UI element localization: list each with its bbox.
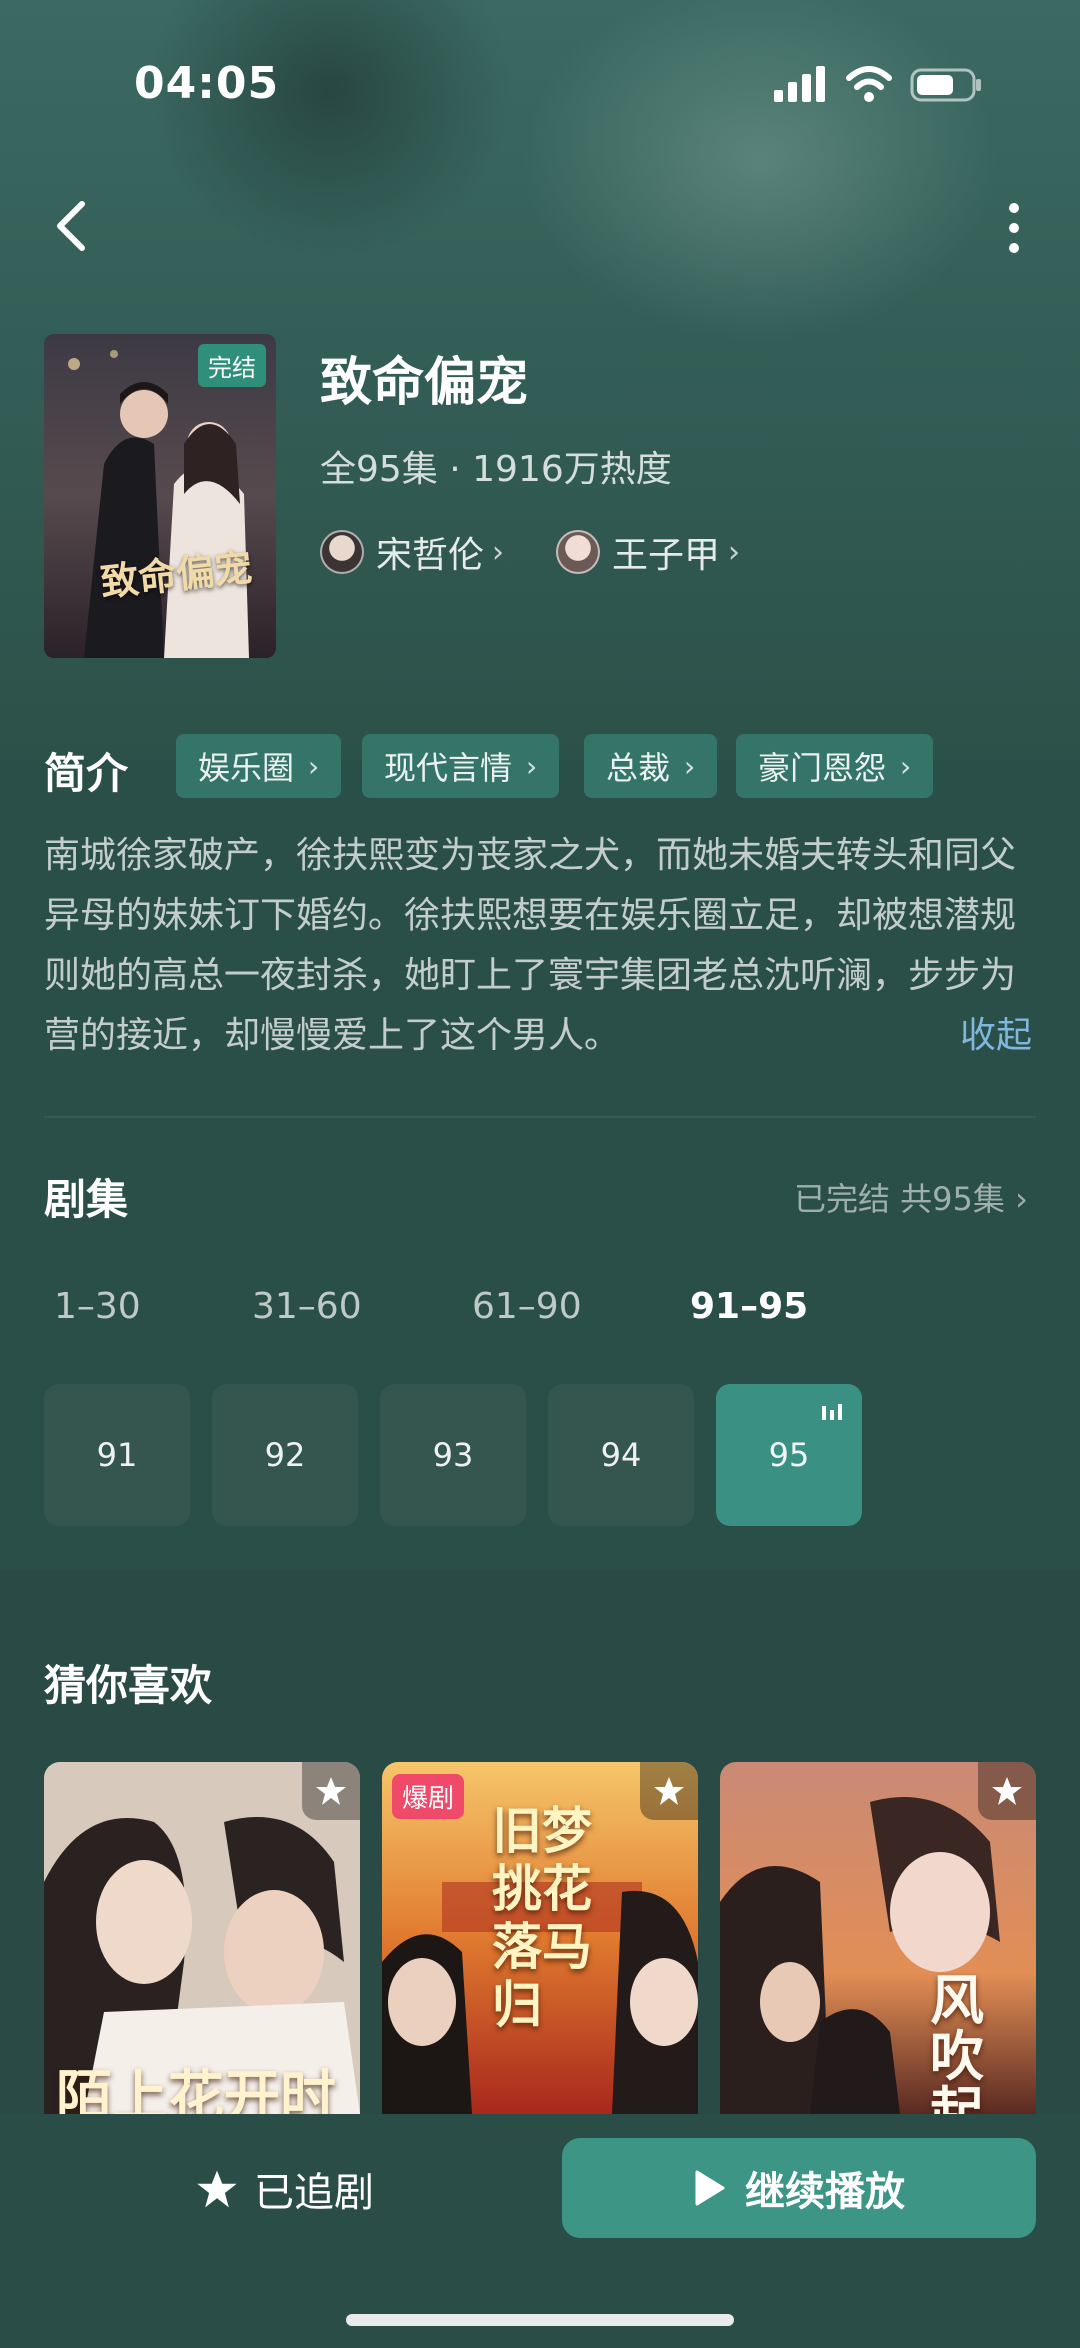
cast-item-wang[interactable]: 王子甲 › <box>556 528 740 576</box>
intro-text: 南城徐家破产，徐扶熙变为丧家之犬，而她未婚夫转头和同父异母的妹妹订下婚约。徐扶熙… <box>44 835 1017 1056</box>
episode-button[interactable]: 92 <box>212 1384 358 1526</box>
range-tab-2[interactable]: 31–60 <box>252 1286 362 1327</box>
episode-button-current[interactable]: 95 <box>716 1384 862 1526</box>
episode-button[interactable]: 91 <box>44 1384 190 1526</box>
avatar <box>320 530 364 574</box>
chevron-right-icon: › <box>684 749 696 783</box>
chevron-right-icon: › <box>1015 1180 1028 1218</box>
back-icon[interactable] <box>48 196 96 256</box>
status-time: 04:05 <box>134 58 280 109</box>
chevron-right-icon: › <box>728 534 741 570</box>
recommend-card[interactable]: 风吹起 <box>720 1762 1036 2114</box>
chevron-right-icon: › <box>308 749 320 783</box>
play-icon <box>695 2170 725 2206</box>
tag-label: 现代言情 <box>384 749 513 787</box>
follow-label: 已追剧 <box>254 2170 374 2216</box>
star-icon <box>316 1777 346 1805</box>
divider <box>44 1116 1036 1118</box>
chevron-right-icon: › <box>492 534 505 570</box>
episode-button[interactable]: 94 <box>548 1384 694 1526</box>
tag-modern-romance[interactable]: 现代言情 › <box>362 734 560 798</box>
episodes-status-link[interactable]: 已完结 共95集 › <box>794 1174 1028 1220</box>
favorite-star-button[interactable] <box>978 1762 1036 1820</box>
tag-label: 豪门恩怨 <box>758 749 887 787</box>
intro-heading: 简介 <box>44 749 129 798</box>
playing-indicator-icon <box>822 1404 842 1420</box>
cellular-signal-icon <box>774 66 825 102</box>
cast-name: 王子甲 <box>612 535 721 576</box>
range-tab-3[interactable]: 61–90 <box>472 1286 582 1327</box>
avatar <box>556 530 600 574</box>
follow-button[interactable]: 已追剧 <box>196 2160 374 2218</box>
wifi-icon <box>846 66 892 102</box>
star-icon <box>992 1777 1022 1805</box>
tag-ceo[interactable]: 总裁 › <box>584 734 718 798</box>
recommend-heading: 猜你喜欢 <box>44 1661 213 1710</box>
recommend-overlay-title: 陌上花开时 <box>56 2064 336 2114</box>
chevron-right-icon: › <box>526 749 538 783</box>
favorite-star-button[interactable] <box>640 1762 698 1820</box>
recommend-card[interactable]: 旧梦挑花落马归 爆剧 <box>382 1762 698 2114</box>
episode-number: 95 <box>768 1436 810 1474</box>
range-tab-1[interactable]: 1–30 <box>54 1286 141 1327</box>
star-icon <box>197 2170 237 2208</box>
home-indicator[interactable] <box>346 2314 734 2326</box>
tag-label: 总裁 <box>606 749 671 787</box>
episodes-heading: 剧集 <box>44 1175 129 1224</box>
drama-poster: 完结 致命偏宠 <box>44 334 276 658</box>
play-label: 继续播放 <box>745 2169 905 2215</box>
recommend-overlay-title: 旧梦挑花落马归 <box>492 1801 592 2034</box>
favorite-star-button[interactable] <box>302 1762 360 1820</box>
episodes-status: 已完结 共95集 <box>794 1180 1005 1218</box>
cast-name: 宋哲伦 <box>376 535 485 576</box>
tag-wealthy-family[interactable]: 豪门恩怨 › <box>736 734 934 798</box>
cast-item-song[interactable]: 宋哲伦 › <box>320 528 504 576</box>
continue-play-button[interactable]: 继续播放 <box>562 2138 1036 2238</box>
drama-meta: 全95集 · 1916万热度 <box>320 449 672 490</box>
episode-button[interactable]: 93 <box>380 1384 526 1526</box>
tag-entertainment[interactable]: 娱乐圈 › <box>176 734 342 798</box>
drama-title: 致命偏宠 <box>320 353 529 413</box>
chevron-right-icon: › <box>900 749 912 783</box>
completed-badge: 完结 <box>198 344 266 387</box>
collapse-link[interactable]: 收起 <box>960 1006 1032 1058</box>
tag-label: 娱乐圈 <box>198 749 295 787</box>
more-options-icon[interactable] <box>996 196 1032 260</box>
recommend-card[interactable]: 陌上花开时 <box>44 1762 360 2114</box>
star-icon <box>654 1777 684 1805</box>
battery-icon <box>910 68 981 102</box>
hot-badge: 爆剧 <box>392 1774 465 1819</box>
recommend-overlay-title: 风吹起 <box>930 1968 984 2114</box>
range-tab-4[interactable]: 91–95 <box>690 1286 808 1327</box>
